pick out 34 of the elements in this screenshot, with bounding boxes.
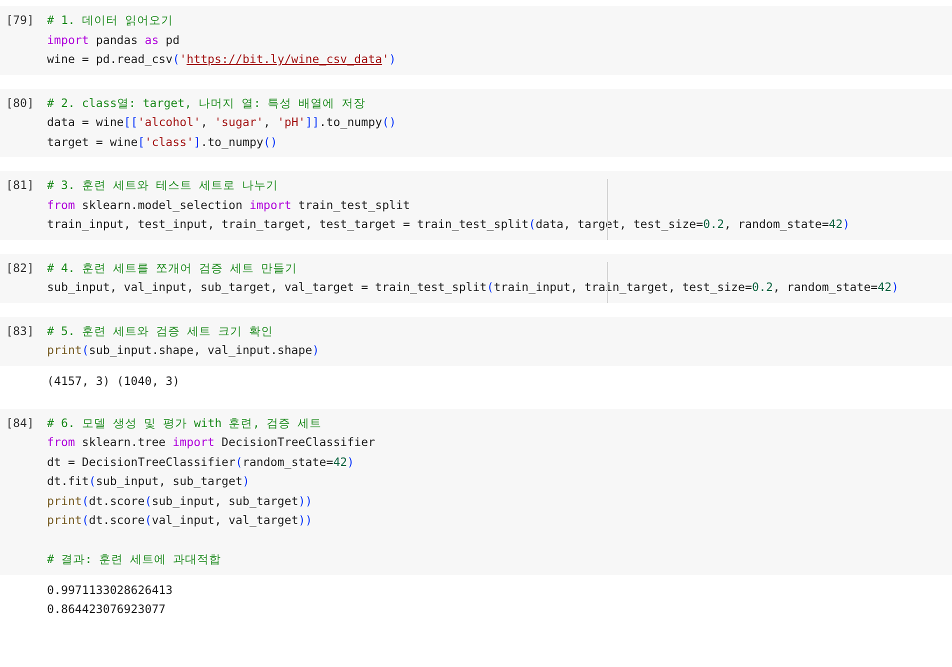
execution-count: [80] (5, 94, 35, 112)
code-line: import pandas as pd (47, 32, 181, 48)
code-line: dt.fit(sub_input, sub_target) (47, 473, 250, 490)
code-line: # 6. 모델 생성 및 평가 with 훈련, 검증 세트 (47, 414, 323, 432)
execution-count: [84] (5, 414, 35, 432)
code-cell[interactable]: [80] # 2. class열: target, 나머지 열: 특성 배열에 저장 data = wine[['alcohol', 'sugar', 'pH']].to_numpy() target = wine['class'].to_numpy() (0, 88, 952, 157)
output-line: 0.9971133028626413 (47, 582, 174, 598)
output-line: 0.864423076923077 (47, 600, 167, 618)
code-cell[interactable]: [79] # 1. 데이터 읽어오기 import pandas as pd wine = pd.read_csv('https://bit.ly/wine_csv_data') (0, 6, 952, 74)
code-cell[interactable]: [83] # 5. 훈련 세트와 검증 세트 크기 확인 print(sub_input.shape, val_input.shape) (0, 316, 952, 366)
code-line: print(sub_input.shape, val_input.shape) (47, 342, 320, 359)
code-line: # 3. 훈련 세트와 테스트 세트로 나누기 (47, 177, 279, 194)
code-cell[interactable]: [81] # 3. 훈련 세트와 테스트 세트로 나누기 from sklearn.model_selection import train_test_split train_input, test_input, train_target, test_target = train_test_split(data, target, test_size=0.2, random_state=42) (0, 171, 952, 240)
code-line: from sklearn.tree import DecisionTreeClassifier (47, 434, 376, 451)
code-line: from sklearn.model_selection import train_test_split (47, 196, 411, 214)
execution-count: [83] (5, 322, 35, 340)
code-line: # 2. class열: target, 나머지 열: 특성 배열에 저장 (47, 94, 367, 112)
code-line: print(dt.score(sub_input, sub_target)) (47, 492, 314, 510)
code-line: wine = pd.read_csv('https://bit.ly/wine_csv_data') (47, 51, 396, 68)
code-cell[interactable]: [82] # 4. 훈련 세트를 쪼개어 검증 세트 만들기 sub_input, val_input, sub_target, val_target = train_test_split(train_input, train_target, test_size=0.2, random_state=42) (0, 254, 952, 302)
execution-count: [82] (5, 260, 35, 276)
code-line: train_input, test_input, train_target, test_target = train_test_split(data, target, test_size=0.2, random_state=42) (47, 216, 850, 233)
execution-count: [81] (5, 177, 35, 194)
code-line: # 5. 훈련 세트와 검증 세트 크기 확인 (47, 322, 274, 340)
code-line: data = wine[['alcohol', 'sugar', 'pH']].to_numpy() (47, 114, 396, 131)
code-line: sub_input, val_input, sub_target, val_target = train_test_split(train_input, train_target, test_size=0.2, random_state=42) (47, 279, 899, 296)
code-line: # 1. 데이터 읽어오기 (47, 12, 174, 29)
code-line: target = wine['class'].to_numpy() (47, 134, 278, 151)
code-line: print(dt.score(val_input, val_target)) (47, 512, 314, 529)
code-line: dt = DecisionTreeClassifier(random_state=42) (47, 454, 356, 471)
code-line: # 결과: 훈련 세트에 과대적합 (47, 551, 222, 568)
execution-count: [79] (5, 12, 35, 29)
code-line: # 4. 훈련 세트를 쪼개어 검증 세트 만들기 (47, 260, 298, 276)
output-line: (4157, 3) (1040, 3) (47, 372, 181, 390)
